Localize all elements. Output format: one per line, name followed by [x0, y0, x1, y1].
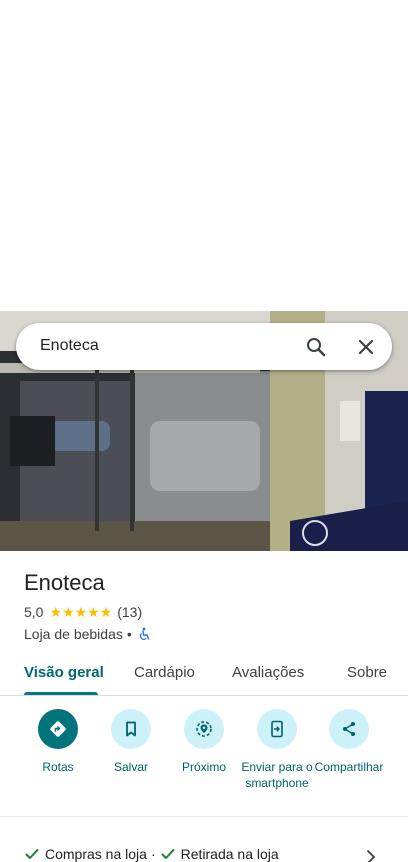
nearby-icon: [184, 709, 224, 749]
service-separator: ·: [150, 846, 156, 862]
place-category[interactable]: Loja de bebidas: [24, 626, 123, 642]
share-icon: [329, 709, 369, 749]
rating-value: 5,0: [24, 604, 44, 620]
map-area-blank: [0, 0, 408, 311]
search-bar[interactable]: Enoteca: [16, 323, 392, 370]
active-tab-indicator: [24, 692, 98, 695]
bookmark-icon: [111, 709, 151, 749]
tab-overview[interactable]: Visão geral: [24, 664, 104, 681]
tab-reviews[interactable]: Avaliações: [232, 664, 304, 681]
service-options-row[interactable]: Compras na loja · Retirada na loja: [24, 844, 279, 862]
rating-row[interactable]: 5,0 ★★★★★ (13): [24, 603, 142, 621]
category-separator: •: [126, 626, 132, 642]
check-icon: [24, 846, 40, 862]
close-icon[interactable]: [354, 335, 378, 359]
directions-label: Rotas: [42, 760, 74, 774]
save-label: Salvar: [113, 760, 148, 774]
action-buttons: Rotas Salvar Próximo Enviar para o smart…: [0, 697, 408, 817]
wheelchair-accessible-icon: [137, 627, 151, 641]
share-label: Compartilhar: [314, 760, 384, 774]
send-to-phone-label: Enviar para o smartphone: [241, 760, 313, 790]
search-query[interactable]: Enoteca: [40, 337, 99, 355]
nearby-label: Próximo: [181, 760, 226, 774]
star-rating-icon: ★★★★★: [49, 603, 113, 620]
directions-button[interactable]: Rotas: [18, 709, 98, 775]
tab-bar: Visão geral Cardápio Avaliações Sobre: [0, 652, 408, 696]
category-row: Loja de bebidas •: [24, 625, 151, 643]
service-in-store-pickup: Retirada na loja: [180, 846, 279, 862]
nearby-button[interactable]: Próximo: [164, 709, 244, 775]
service-in-store-shopping: Compras na loja: [45, 846, 147, 862]
send-to-phone-button[interactable]: Enviar para o smartphone: [237, 709, 317, 791]
share-button[interactable]: Compartilhar: [309, 709, 389, 775]
check-icon: [160, 846, 176, 862]
tab-about[interactable]: Sobre: [347, 664, 387, 681]
chevron-right-icon[interactable]: [364, 850, 378, 862]
search-icon[interactable]: [304, 335, 328, 359]
directions-icon: [38, 709, 78, 749]
send-to-phone-icon: [257, 709, 297, 749]
review-count[interactable]: (13): [117, 604, 142, 620]
place-title: Enoteca: [24, 570, 105, 595]
tab-menu[interactable]: Cardápio: [134, 664, 195, 681]
save-button[interactable]: Salvar: [91, 709, 171, 775]
